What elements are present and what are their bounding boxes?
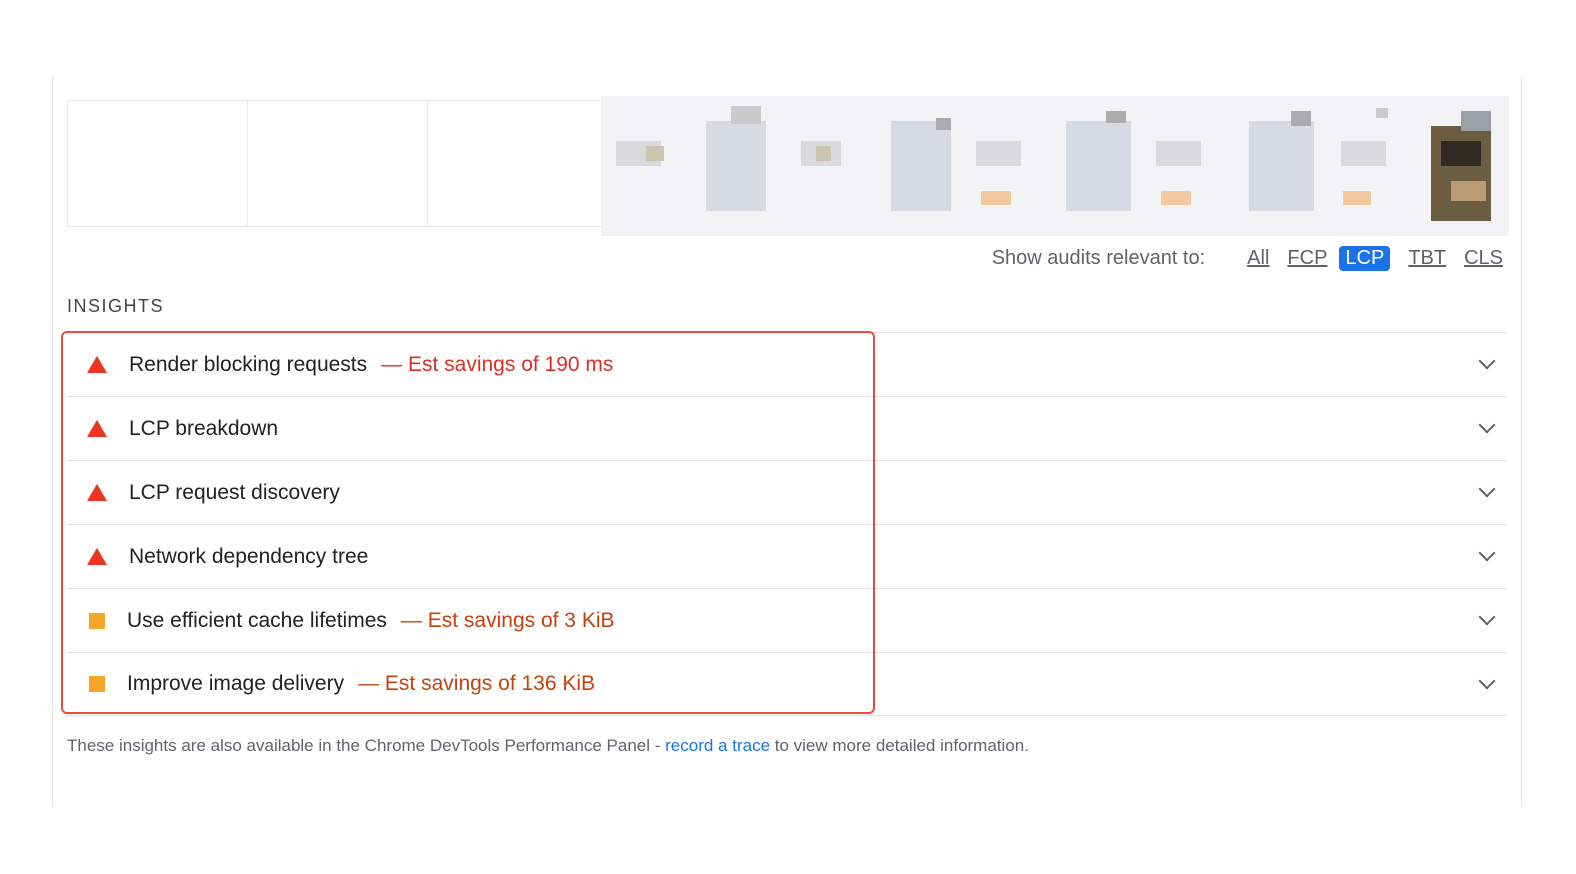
fail-triangle-icon [87, 420, 107, 437]
insight-title: Use efficient cache lifetimes [127, 608, 387, 632]
footer-note: These insights are also available in the… [67, 736, 1029, 756]
average-square-icon [89, 676, 105, 692]
insight-savings: — Est savings of 136 KiB [358, 672, 596, 695]
insight-title: Improve image delivery [127, 672, 345, 695]
filter-label: Show audits relevant to: [991, 247, 1206, 269]
filter-tbt[interactable]: TBT [1408, 247, 1446, 270]
insight-title: LCP request discovery [129, 480, 340, 504]
section-title: INSIGHTS [67, 296, 165, 316]
filter-cls[interactable]: CLS [1464, 247, 1503, 270]
insight-title: Render blocking requests [129, 352, 368, 376]
chevron-down-icon[interactable] [1478, 480, 1496, 498]
average-square-icon [89, 612, 105, 629]
filter-fcp[interactable]: FCP [1287, 247, 1327, 270]
filter-lcp[interactable]: LCP [1339, 246, 1391, 271]
chevron-down-icon[interactable] [1478, 544, 1496, 562]
chevron-down-icon[interactable] [1478, 672, 1496, 690]
record-trace-link[interactable]: record a trace [665, 736, 770, 755]
blurred-page-screenshot [601, 96, 1509, 236]
audit-filter: Show audits relevant to: All FCP LCP TBT… [992, 246, 1503, 271]
filter-all[interactable]: All [1247, 247, 1269, 270]
insights-list: Render blocking requests — Est savings o… [67, 332, 1507, 716]
footer-suffix: to view more detailed information. [770, 736, 1029, 755]
page: Show audits relevant to: All FCP LCP TBT… [0, 0, 1576, 874]
footer-prefix: These insights are also available in the… [67, 736, 666, 755]
insight-savings: — Est savings of 3 KiB [400, 608, 615, 632]
chevron-down-icon[interactable] [1478, 352, 1496, 370]
filmstrip-frame [247, 100, 428, 227]
chevron-down-icon[interactable] [1478, 608, 1496, 626]
insight-row[interactable]: Render blocking requests — Est savings o… [67, 332, 1507, 396]
insight-row[interactable]: Improve image delivery — Est savings of … [67, 652, 1507, 716]
insight-row[interactable]: Use efficient cache lifetimes — Est savi… [67, 588, 1507, 652]
fail-triangle-icon [87, 356, 107, 373]
filmstrip-frame [427, 100, 608, 227]
insight-row[interactable]: Network dependency tree [67, 524, 1507, 588]
insight-title: LCP breakdown [129, 416, 279, 440]
fail-triangle-icon [87, 548, 107, 565]
lighthouse-panel: Show audits relevant to: All FCP LCP TBT… [52, 76, 1522, 806]
insight-title: Network dependency tree [129, 544, 369, 568]
filmstrip-frame [67, 100, 248, 227]
insight-row[interactable]: LCP request discovery [67, 460, 1507, 524]
insight-row[interactable]: LCP breakdown [67, 396, 1507, 460]
fail-triangle-icon [87, 484, 107, 501]
filmstrip [67, 96, 1509, 236]
insight-savings: — Est savings of 190 ms [381, 352, 614, 376]
chevron-down-icon[interactable] [1478, 416, 1496, 434]
